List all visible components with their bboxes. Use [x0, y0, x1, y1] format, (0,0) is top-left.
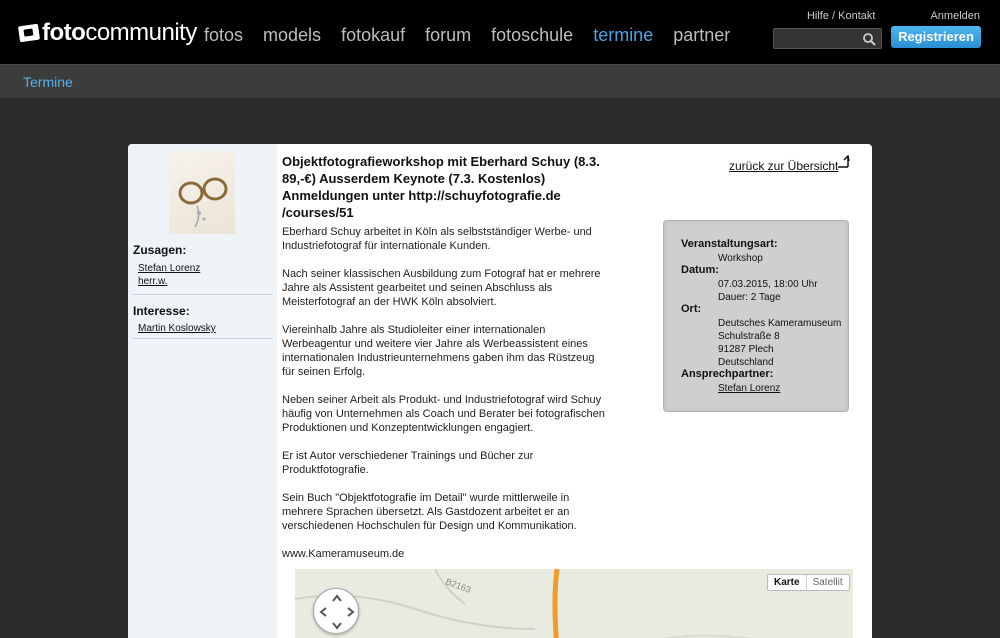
description-paragraph: Eberhard Schuy arbeitet in Köln als selb…	[282, 226, 592, 252]
satellite-view-button[interactable]: Satellit	[805, 575, 849, 590]
map-pan-control[interactable]	[313, 588, 359, 634]
event-info-box: Veranstaltungsart: Workshop Datum: 07.03…	[663, 220, 849, 412]
register-button[interactable]: Registrieren	[891, 26, 981, 48]
sub-bar: Termine	[0, 64, 1000, 98]
nav-item-fotos[interactable]: fotos	[204, 24, 243, 46]
accepted-user-link[interactable]: Stefan Lorenz	[138, 263, 200, 274]
website-link[interactable]: www.Kameramuseum.de	[282, 547, 627, 561]
glasses-photo-icon	[178, 177, 228, 228]
nav-item-forum[interactable]: forum	[425, 24, 471, 46]
description-paragraph: Neben seiner Arbeit als Produkt- und Ind…	[282, 394, 605, 434]
date-value: 07.03.2015, 18:00 Uhr	[718, 279, 818, 290]
event-card: Zusagen: Stefan Lorenz herr.w. Interesse…	[128, 144, 872, 638]
help-contact-link[interactable]: Hilfe / Kontakt	[807, 10, 875, 22]
pan-arrows-icon	[319, 594, 355, 630]
search-input[interactable]	[774, 29, 859, 49]
top-links: Hilfe / Kontakt Anmelden	[752, 10, 980, 22]
contact-label: Ansprechpartner:	[681, 368, 774, 380]
nav-item-partner[interactable]: partner	[673, 24, 730, 46]
map-type-toggle: Karte Satellit	[767, 574, 850, 591]
divider	[133, 338, 273, 339]
nav-item-fotokauf[interactable]: fotokauf	[341, 24, 405, 46]
event-type-value: Workshop	[718, 253, 763, 264]
duration-value: Dauer: 2 Tage	[718, 292, 781, 303]
top-bar: fotocommunity fotos models fotokauf foru…	[0, 0, 1000, 64]
interested-user-link[interactable]: Martin Koslowsky	[138, 323, 216, 334]
location-map[interactable]: B2163 Karte Satellit	[295, 569, 853, 638]
event-description: Eberhard Schuy arbeitet in Köln als selb…	[282, 225, 627, 575]
place-label: Ort:	[681, 303, 702, 315]
description-paragraph: Sein Buch "Objektfotografie im Detail" w…	[282, 492, 577, 532]
login-link[interactable]: Anmelden	[930, 10, 980, 22]
nav-item-models[interactable]: models	[263, 24, 321, 46]
arrow-up-right-icon[interactable]	[836, 155, 850, 169]
sidebar: Zusagen: Stefan Lorenz herr.w. Interesse…	[128, 144, 277, 638]
search-icon[interactable]	[862, 32, 876, 46]
event-thumbnail[interactable]	[169, 151, 235, 234]
description-paragraph: Nach seiner klassischen Ausbildung zum F…	[282, 268, 601, 308]
divider	[133, 294, 273, 295]
camera-logo-icon	[17, 23, 41, 43]
main-nav: fotos models fotokauf forum fotoschule t…	[204, 24, 750, 46]
contact-person-link[interactable]: Stefan Lorenz	[718, 382, 780, 395]
road-label: B2163	[444, 576, 472, 594]
interest-heading: Interesse:	[133, 304, 190, 318]
breadcrumb-termine[interactable]: Termine	[23, 74, 73, 90]
search-box	[773, 28, 882, 49]
accepted-user-link[interactable]: herr.w.	[138, 276, 167, 287]
description-paragraph: Er ist Autor verschiedener Trainings und…	[282, 450, 534, 476]
fotocommunity-logo[interactable]: fotocommunity	[17, 19, 197, 46]
date-label: Datum:	[681, 264, 719, 276]
event-title: Objektfotografieworkshop mit Eberhard Sc…	[282, 154, 600, 220]
nav-item-termine[interactable]: termine	[593, 24, 653, 46]
nav-item-fotoschule[interactable]: fotoschule	[491, 24, 573, 46]
place-line: Schulstraße 8	[718, 331, 780, 342]
place-line: Deutsches Kameramuseum	[718, 318, 842, 329]
logo-text: fotocommunity	[42, 19, 197, 46]
back-to-overview-link[interactable]: zurück zur Übersicht	[729, 159, 838, 173]
description-paragraph: Viereinhalb Jahre als Studioleiter einer…	[282, 324, 595, 378]
place-line: 91287 Plech	[718, 344, 774, 355]
accepted-heading: Zusagen:	[133, 243, 187, 257]
map-view-button[interactable]: Karte	[768, 575, 806, 590]
event-type-label: Veranstaltungsart:	[681, 238, 778, 250]
